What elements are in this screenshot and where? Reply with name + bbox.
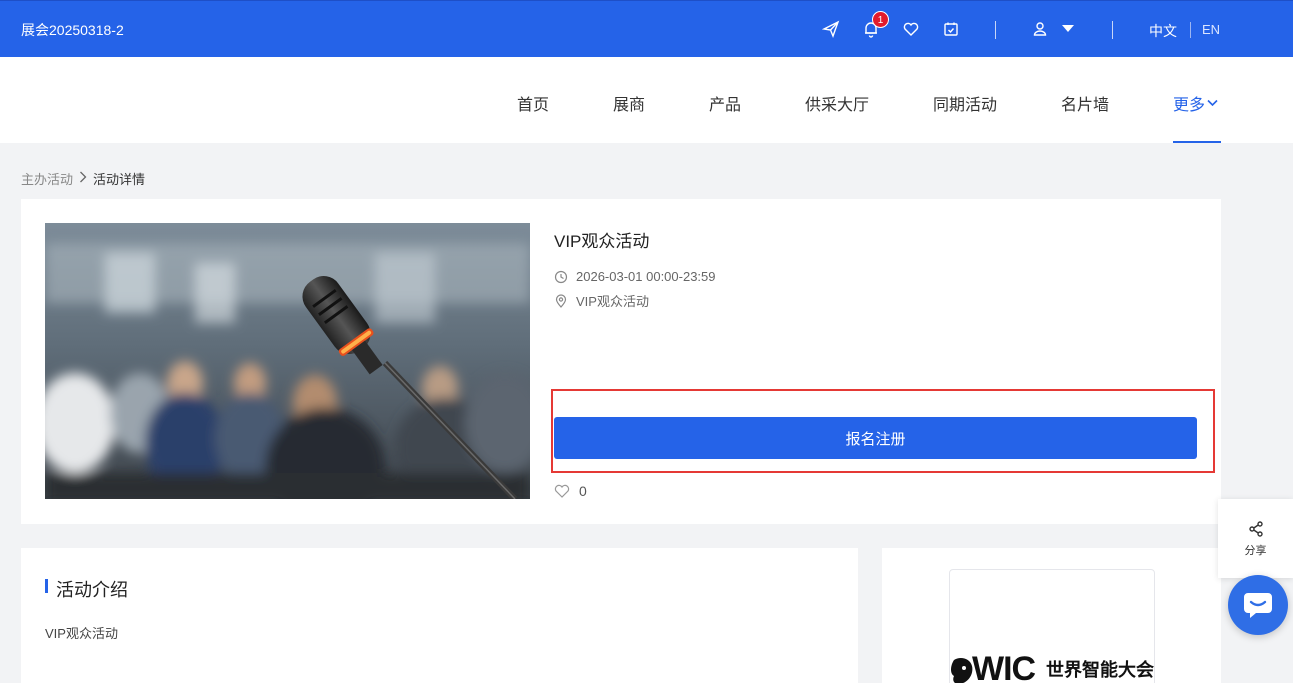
event-datetime-row: 2026-03-01 00:00-23:59 (554, 269, 716, 284)
top-bar: 展会20250318-2 1 中文 EN (0, 0, 1293, 57)
nav-more-label: 更多 (1173, 97, 1206, 114)
intro-card: 活动介绍 VIP观众活动 (21, 548, 858, 683)
breadcrumb-current: 活动详情 (93, 172, 146, 187)
intro-heading: 活动介绍 (45, 576, 128, 602)
register-button[interactable]: 报名注册 (554, 417, 1197, 459)
heart-icon[interactable] (900, 18, 922, 40)
location-pin-icon (555, 293, 567, 308)
event-card: VIP观众活动 2026-03-01 00:00-23:59 VIP观众活动 报… (21, 199, 1221, 524)
heart-outline-icon (554, 484, 570, 498)
sponsor-logo-mark: WIC (972, 650, 1036, 683)
nav-concurrent-events[interactable]: 同期活动 (933, 91, 997, 115)
divider (995, 21, 996, 39)
send-icon[interactable] (820, 18, 842, 40)
event-title: VIP观众活动 (554, 232, 650, 251)
share-button[interactable]: 分享 (1218, 499, 1293, 578)
nav-more[interactable]: 更多 (1173, 91, 1218, 115)
divider (1190, 22, 1191, 38)
sponsor-logo[interactable]: WIC 世界智能大会 (949, 569, 1155, 683)
calendar-check-icon[interactable] (940, 18, 962, 40)
caret-down-icon[interactable] (1057, 18, 1079, 40)
event-datetime: 2026-03-01 00:00-23:59 (576, 269, 716, 284)
breadcrumb-separator (79, 171, 87, 186)
main-nav: 首页 展商 产品 供采大厅 同期活动 名片墙 更多 (0, 57, 1293, 143)
sponsor-logo-cn: 世界智能大会 (1046, 660, 1154, 680)
breadcrumb-parent[interactable]: 主办活动 (21, 169, 73, 188)
lang-zh-button[interactable]: 中文 (1149, 21, 1177, 41)
event-location-row: VIP观众活动 (554, 291, 649, 310)
nav-exhibitors[interactable]: 展商 (613, 91, 645, 115)
lang-en-button[interactable]: EN (1202, 22, 1220, 37)
like-count: 0 (579, 483, 587, 499)
wic-emblem-icon (951, 658, 973, 683)
chat-icon (1244, 593, 1272, 618)
user-icon[interactable] (1029, 18, 1051, 40)
event-location: VIP观众活动 (576, 294, 649, 309)
chevron-down-icon (1207, 99, 1218, 107)
intro-text: VIP观众活动 (45, 626, 118, 641)
chat-support-button[interactable] (1228, 575, 1288, 635)
like-button[interactable]: 0 (554, 483, 587, 499)
nav-products[interactable]: 产品 (709, 91, 741, 115)
clock-icon (554, 270, 568, 283)
site-title[interactable]: 展会20250318-2 (21, 20, 124, 40)
nav-card-wall[interactable]: 名片墙 (1061, 91, 1109, 115)
event-cover-image (45, 223, 530, 499)
share-label: 分享 (1244, 544, 1267, 557)
sponsor-card: WIC 世界智能大会 (882, 548, 1221, 683)
notification-badge: 1 (872, 11, 889, 28)
nav-active-indicator (1173, 141, 1221, 143)
divider (1112, 21, 1113, 39)
breadcrumb: 主办活动 活动详情 (21, 169, 145, 188)
nav-procurement-hall[interactable]: 供采大厅 (805, 91, 869, 115)
share-icon (1248, 520, 1263, 537)
nav-home[interactable]: 首页 (517, 91, 549, 115)
